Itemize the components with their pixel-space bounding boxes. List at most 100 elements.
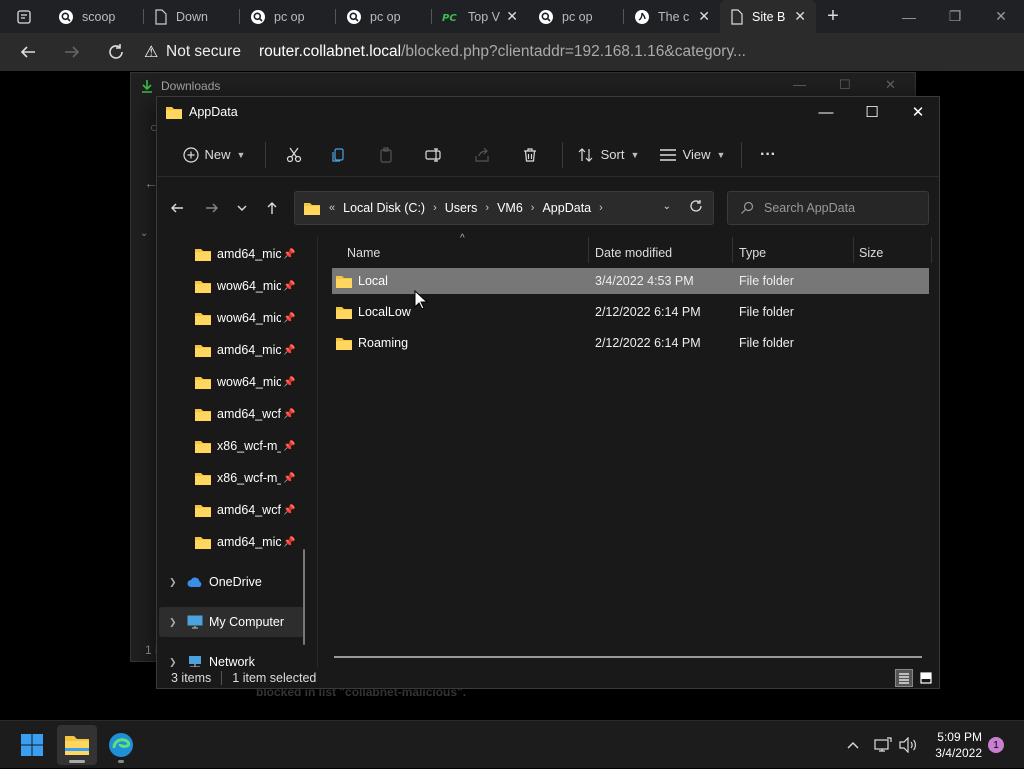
tab-title: Down <box>176 9 208 24</box>
chevron-right-icon[interactable]: › <box>433 202 437 214</box>
more-dots-icon: ··· <box>760 145 776 163</box>
more-options-button[interactable]: ··· <box>750 139 786 171</box>
rename-button[interactable] <box>410 139 458 171</box>
breadcrumb-item[interactable]: AppData <box>542 201 591 215</box>
restore-browser-button[interactable]: ❐ <box>932 0 978 33</box>
horizontal-scrollbar[interactable] <box>334 656 922 658</box>
start-button[interactable] <box>12 725 52 765</box>
chevron-down-icon[interactable]: ⌄ <box>663 201 671 212</box>
column-divider[interactable] <box>732 237 733 263</box>
browser-tab[interactable]: Down <box>144 0 240 33</box>
quick-access-item[interactable]: amd64_micr 📌 <box>159 335 305 365</box>
view-label: View <box>682 147 711 162</box>
column-header-type[interactable]: Type <box>739 241 766 265</box>
browser-tab[interactable]: pc op <box>240 0 336 33</box>
search-input[interactable]: Search AppData <box>727 191 929 225</box>
copy-button[interactable] <box>314 139 362 171</box>
breadcrumb[interactable]: « Local Disk (C:) › Users › VM6 › AppDat… <box>294 191 714 225</box>
details-view-button[interactable] <box>895 669 913 687</box>
pin-icon: 📌 <box>283 376 296 388</box>
column-header-size[interactable]: Size <box>859 241 883 265</box>
security-label[interactable]: Not secure <box>166 43 241 61</box>
downloads-close-button[interactable]: ✕ <box>885 77 896 93</box>
paste-button[interactable] <box>362 139 410 171</box>
nav-pane-scrollbar[interactable] <box>303 549 305 645</box>
browser-tab[interactable]: pc op <box>528 0 624 33</box>
close-tab-icon[interactable]: ✕ <box>794 8 806 25</box>
recent-locations-button[interactable] <box>230 197 254 219</box>
tab-actions-button[interactable] <box>0 0 48 33</box>
up-button[interactable] <box>260 197 284 219</box>
url-field[interactable]: ⚠ Not secure router.collabnet.local/bloc… <box>144 39 834 65</box>
quick-access-item[interactable]: amd64_wcf- 📌 <box>159 399 305 429</box>
forward-button[interactable] <box>200 197 224 219</box>
page-icon <box>155 8 167 25</box>
minimize-browser-button[interactable]: — <box>886 0 932 33</box>
breadcrumb-item[interactable]: Users <box>445 201 478 215</box>
expand-chevron-icon[interactable]: ❯ <box>169 657 177 668</box>
sort-button[interactable]: Sort ▼ <box>571 139 645 171</box>
browser-tab[interactable]: pc op <box>336 0 432 33</box>
network-tray-button[interactable] <box>874 721 892 769</box>
forward-button[interactable] <box>50 33 94 71</box>
new-button[interactable]: New ▼ <box>171 139 257 171</box>
back-button[interactable] <box>6 33 50 71</box>
breadcrumb-item[interactable]: Local Disk (C:) <box>343 201 425 215</box>
breadcrumb-item[interactable]: VM6 <box>497 201 523 215</box>
share-button[interactable] <box>458 139 506 171</box>
view-button[interactable]: View ▼ <box>651 139 733 171</box>
expand-chevron-icon[interactable]: ❯ <box>169 577 177 588</box>
maximize-button[interactable]: ☐ <box>849 97 895 127</box>
nav-item-my-computer[interactable]: ❯ My Computer <box>159 607 305 637</box>
downloads-maximize-button[interactable]: ☐ <box>839 77 851 93</box>
breadcrumb-overflow[interactable]: « <box>329 202 335 214</box>
column-header-name[interactable]: Name <box>347 241 380 265</box>
quick-access-item[interactable]: wow64_micr 📌 <box>159 367 305 397</box>
quick-access-item[interactable]: x86_wcf-m_ 📌 <box>159 463 305 493</box>
chevron-right-icon[interactable]: › <box>531 202 535 214</box>
quick-access-item[interactable]: wow64_micr 📌 <box>159 271 305 301</box>
nav-item-network[interactable]: ❯ Network <box>159 647 305 667</box>
delete-button[interactable] <box>506 139 554 171</box>
browser-tab[interactable]: PC Top V ✕ <box>432 0 528 33</box>
browser-tab[interactable]: scoop <box>48 0 144 33</box>
quick-access-item[interactable]: amd64_wcf- 📌 <box>159 495 305 525</box>
quick-access-item[interactable]: x86_wcf-m_ 📌 <box>159 431 305 461</box>
chevron-down-icon: ▼ <box>236 149 246 160</box>
column-divider[interactable] <box>853 237 854 263</box>
clock-button[interactable]: 5:09 PM 3/4/2022 <box>928 729 982 761</box>
column-header-date[interactable]: Date modified <box>595 241 672 265</box>
close-tab-icon[interactable]: ✕ <box>506 8 518 25</box>
chevron-right-icon[interactable]: › <box>485 202 489 214</box>
close-button[interactable]: ✕ <box>895 97 941 127</box>
browser-tab[interactable]: The c ✕ <box>624 0 720 33</box>
window-title: AppData <box>189 105 238 119</box>
downloads-minimize-button[interactable]: — <box>793 77 806 92</box>
quick-access-item[interactable]: wow64_micr 📌 <box>159 303 305 333</box>
close-tab-icon[interactable]: ✕ <box>698 8 710 25</box>
close-browser-button[interactable]: ✕ <box>978 0 1024 33</box>
back-button[interactable] <box>165 197 189 219</box>
refresh-icon[interactable] <box>689 199 703 217</box>
refresh-button[interactable] <box>94 33 138 71</box>
chevron-right-icon[interactable]: › <box>599 202 603 214</box>
show-hidden-icons-button[interactable] <box>846 721 860 769</box>
notification-badge[interactable]: 1 <box>988 737 1004 753</box>
new-tab-button[interactable]: + <box>816 0 850 33</box>
table-row[interactable]: Roaming 2/12/2022 6:14 PM File folder <box>332 330 929 356</box>
tiles-view-button[interactable] <box>917 669 935 687</box>
column-divider[interactable] <box>931 237 932 263</box>
minimize-button[interactable]: — <box>803 97 849 127</box>
volume-tray-button[interactable] <box>899 721 917 769</box>
taskbar-file-explorer[interactable] <box>57 725 97 765</box>
column-divider[interactable] <box>588 237 589 263</box>
taskbar-edge[interactable] <box>101 725 141 765</box>
nav-item-onedrive[interactable]: ❯ OneDrive <box>159 567 305 597</box>
back-arrow-icon <box>171 203 183 213</box>
quick-access-item[interactable]: amd64_micr 📌 <box>159 239 305 269</box>
browser-tab-active[interactable]: Site B ✕ <box>720 0 816 33</box>
expand-chevron-icon[interactable]: ❯ <box>169 617 177 628</box>
cut-button[interactable] <box>274 139 314 171</box>
quick-access-item[interactable]: amd64_micr 📌 <box>159 527 305 557</box>
clock-time: 5:09 PM <box>937 730 982 744</box>
